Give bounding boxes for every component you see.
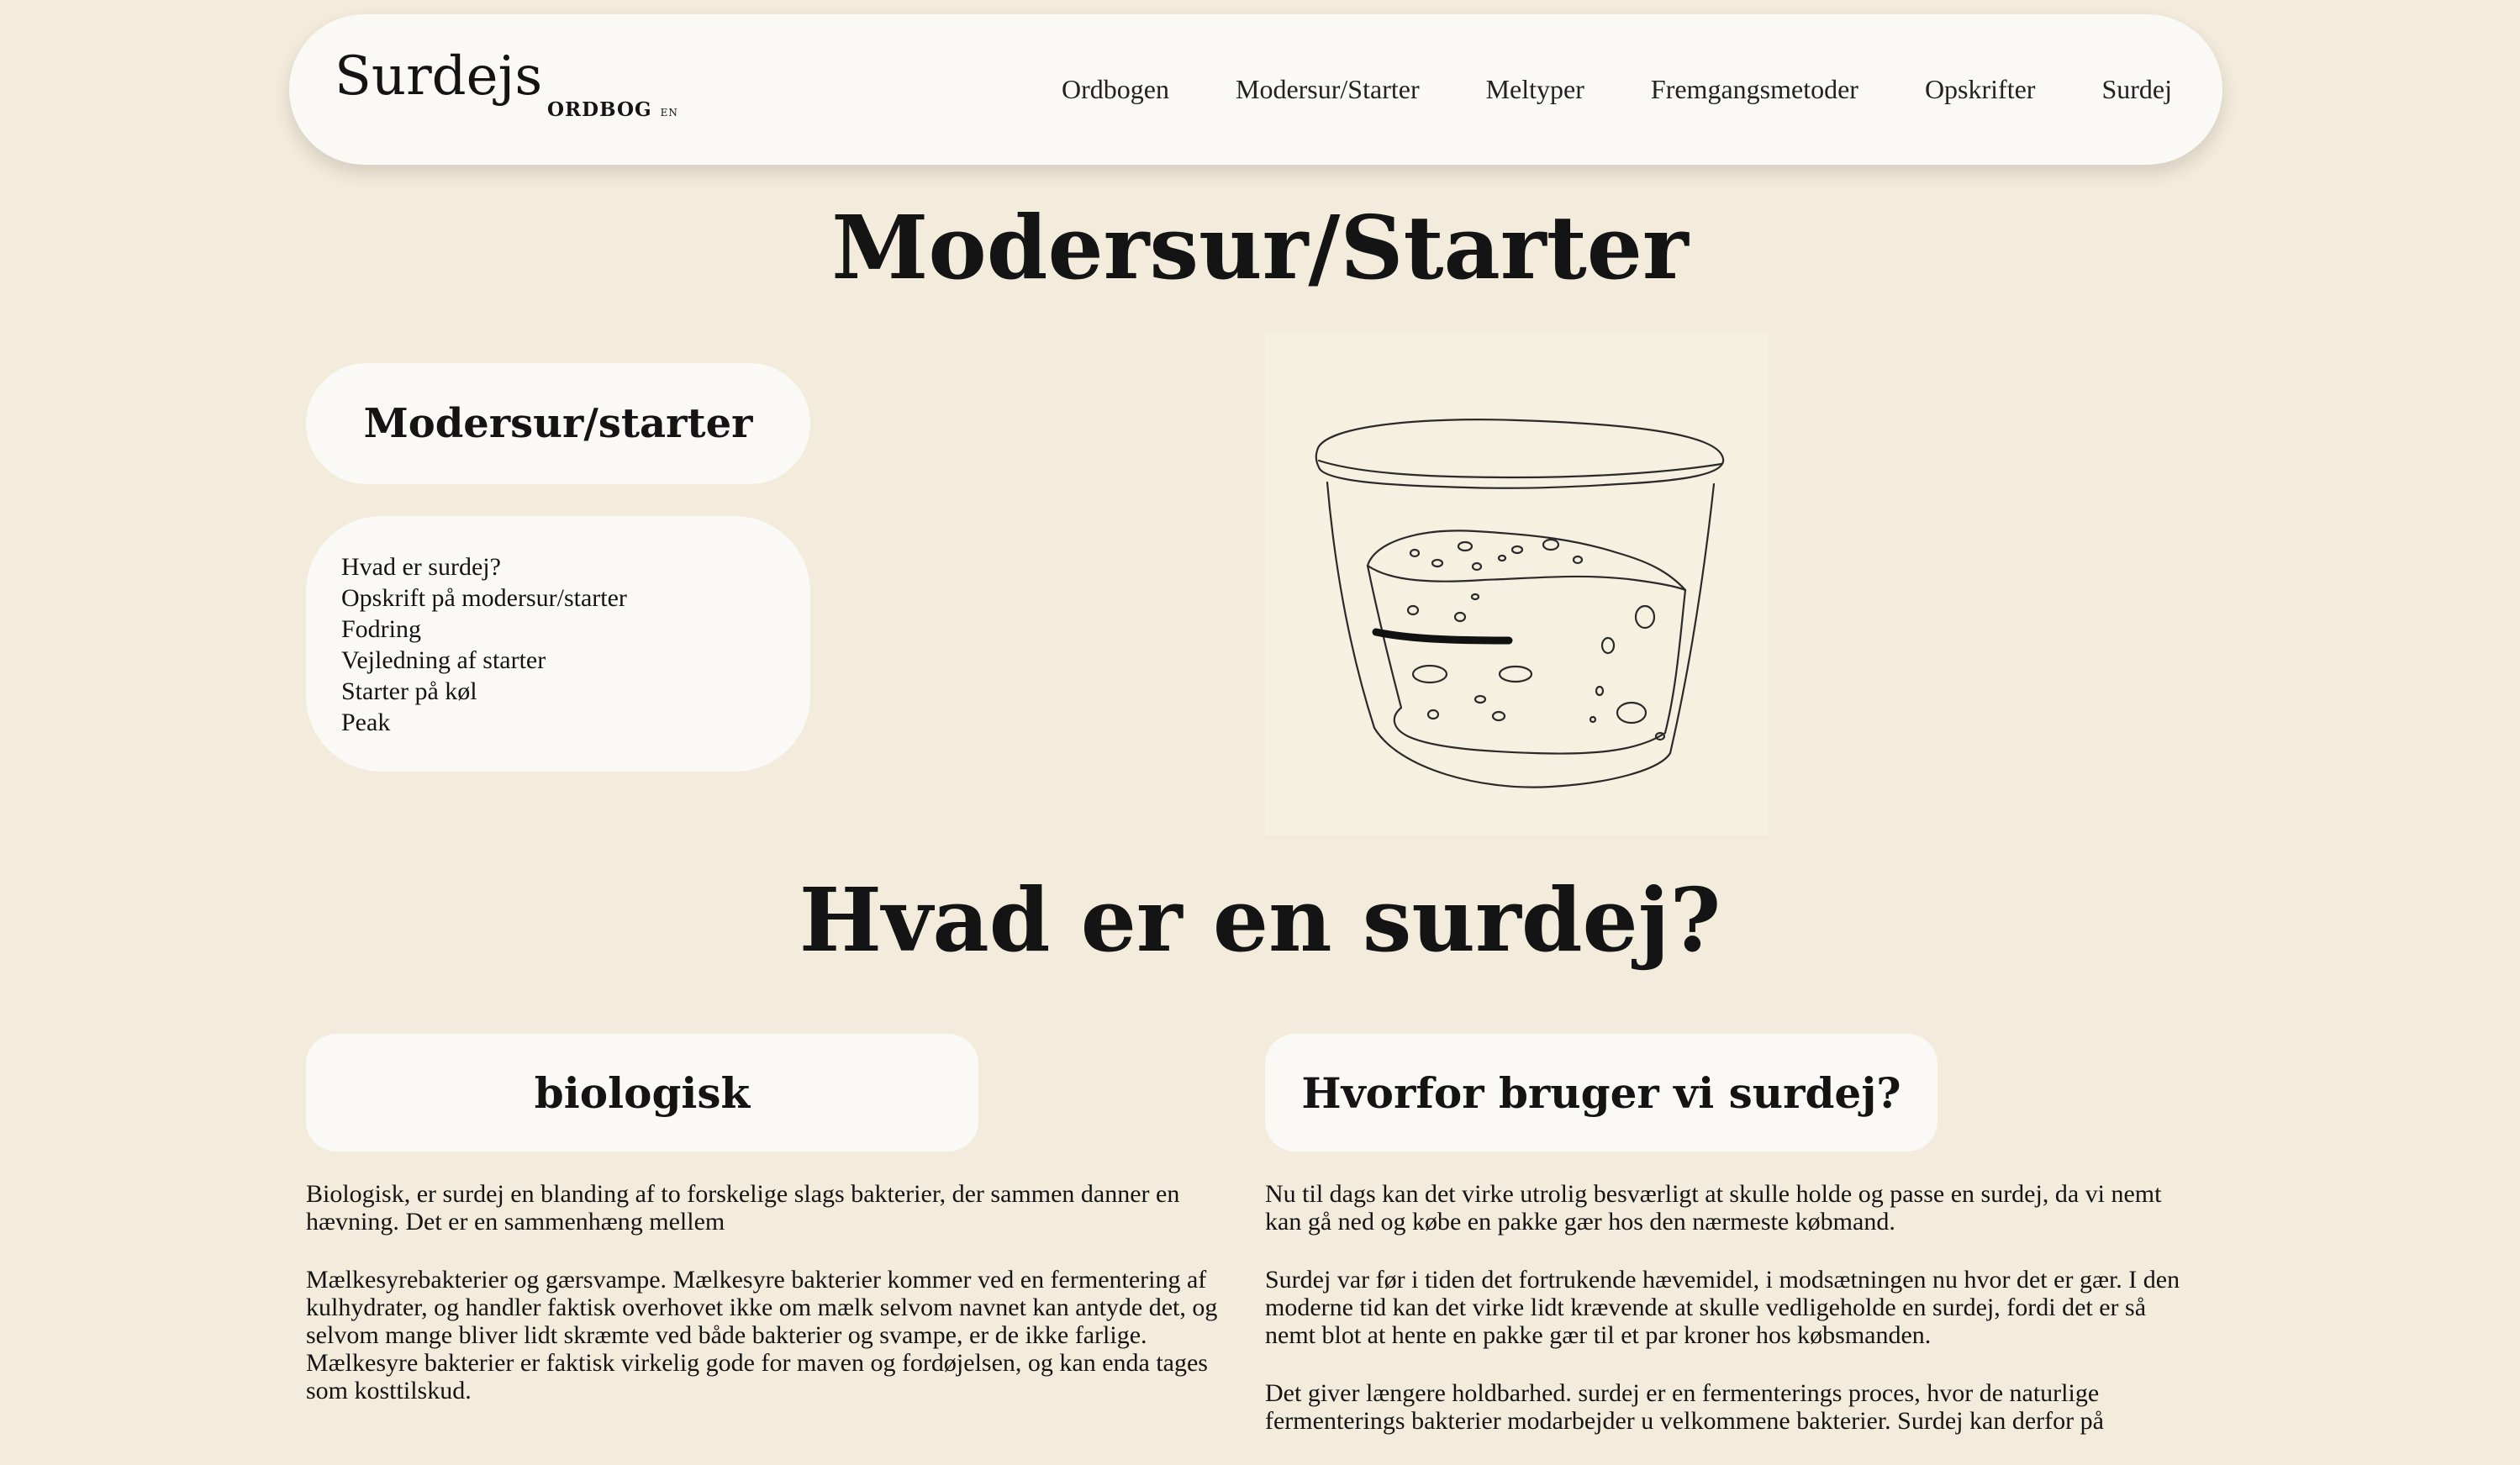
toc-item-fodring[interactable]: Fodring	[341, 614, 810, 645]
subsection-card-hvorfor: Hvorfor bruger vi surdej?	[1265, 1034, 1937, 1151]
nav-fremgangsmetoder[interactable]: Fremgangsmetoder	[1651, 74, 1858, 105]
paragraph: Mælkesyrebakterier og gærsvampe. Mælkesy…	[306, 1266, 1218, 1404]
language-switch[interactable]: EN	[661, 107, 678, 119]
page-title: Modersur/Starter	[831, 196, 1689, 299]
site-logo[interactable]: Surdejs	[335, 43, 542, 110]
sourdough-starter-jar-icon	[1265, 333, 1768, 835]
nav-surdej[interactable]: Surdej	[2101, 74, 2172, 105]
hvorfor-text: Nu til dags kan det virke utrolig besvær…	[1265, 1180, 2198, 1465]
sidebar-title-card: Modersur/starter	[306, 363, 810, 484]
toc-item-opskrift[interactable]: Opskrift på modersur/starter	[341, 582, 810, 614]
logo-subtitle: ORDBOG EN	[547, 98, 678, 121]
logo-subtitle-text: ORDBOG	[547, 98, 652, 121]
toc-item-vejledning[interactable]: Vejledning af starter	[341, 645, 810, 676]
site-header: Surdejs ORDBOG EN Ordbogen Modersur/Start…	[289, 14, 2222, 165]
nav-modersur-starter[interactable]: Modersur/Starter	[1236, 74, 1420, 105]
toc-item-hvad-er-surdej[interactable]: Hvad er surdej?	[341, 551, 810, 582]
sidebar-title: Modersur/starter	[363, 400, 753, 447]
subsection-heading: biologisk	[534, 1067, 751, 1118]
paragraph: Nu til dags kan det virke utrolig besvær…	[1265, 1180, 2162, 1236]
table-of-contents: Hvad er surdej? Opskrift på modersur/sta…	[306, 516, 810, 772]
section-title: Hvad er en surdej?	[799, 868, 1721, 972]
main-nav: Ordbogen Modersur/Starter Meltyper Fremg…	[995, 14, 2172, 165]
subsection-heading: Hvorfor bruger vi surdej?	[1301, 1067, 1901, 1118]
biologisk-text: Biologisk, er surdej en blanding af to f…	[306, 1180, 1239, 1435]
subsection-card-biologisk: biologisk	[306, 1034, 978, 1151]
paragraph: Det giver længere holdbarhed. surdej er …	[1265, 1379, 2104, 1435]
paragraph: Biologisk, er surdej en blanding af to f…	[306, 1180, 1180, 1236]
toc-item-starter-paa-koel[interactable]: Starter på køl	[341, 676, 810, 707]
paragraph: Surdej var før i tiden det fortrukende h…	[1265, 1266, 2180, 1349]
nav-meltyper[interactable]: Meltyper	[1486, 74, 1584, 105]
toc-item-peak[interactable]: Peak	[341, 707, 810, 738]
nav-opskrifter[interactable]: Opskrifter	[1925, 74, 2036, 105]
nav-ordbogen[interactable]: Ordbogen	[1062, 74, 1169, 105]
